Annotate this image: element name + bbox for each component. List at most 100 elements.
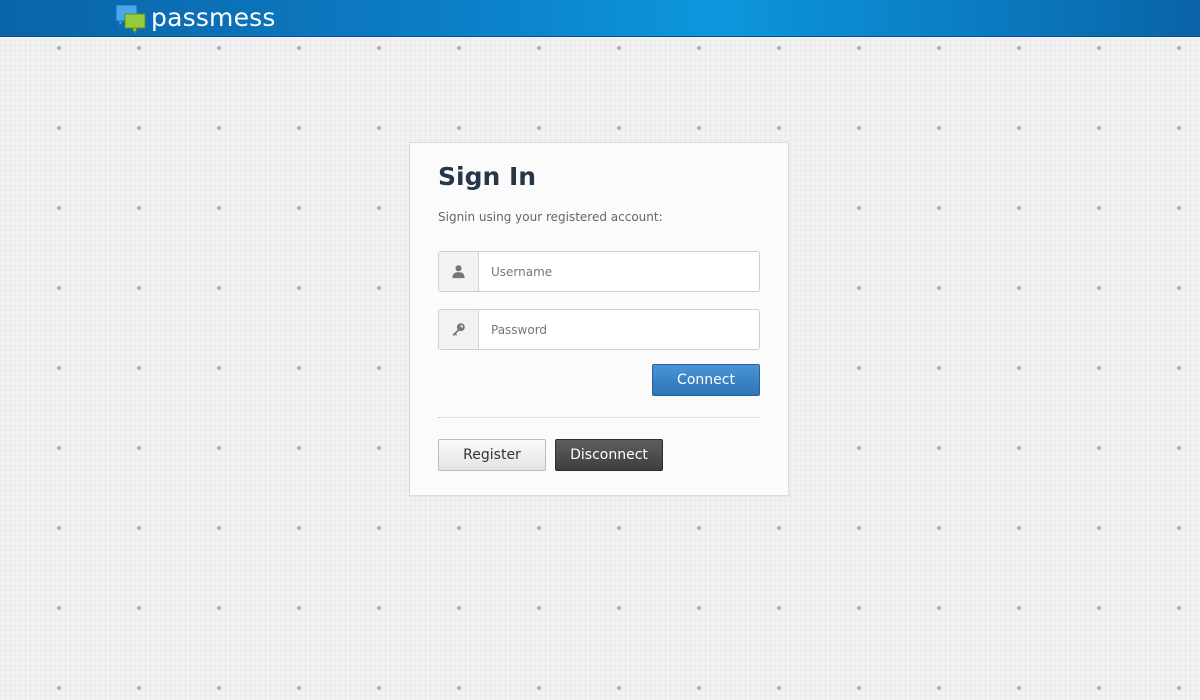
grid-cross	[136, 445, 142, 451]
grid-cross	[456, 525, 462, 531]
grid-cross	[136, 125, 142, 131]
grid-cross	[1176, 605, 1182, 611]
grid-cross	[296, 605, 302, 611]
grid-cross	[536, 45, 542, 51]
grid-cross	[1016, 685, 1022, 691]
grid-cross	[56, 605, 62, 611]
grid-cross	[296, 525, 302, 531]
grid-cross	[136, 525, 142, 531]
disconnect-button[interactable]: Disconnect	[555, 439, 663, 471]
grid-cross	[1176, 205, 1182, 211]
grid-cross	[136, 605, 142, 611]
grid-cross	[56, 205, 62, 211]
grid-cross	[1016, 365, 1022, 371]
grid-cross	[376, 205, 382, 211]
grid-cross	[376, 285, 382, 291]
grid-cross	[56, 285, 62, 291]
grid-cross	[216, 285, 222, 291]
grid-cross	[1176, 365, 1182, 371]
grid-cross	[376, 445, 382, 451]
key-icon	[452, 323, 465, 336]
username-addon	[439, 252, 479, 291]
grid-cross	[1176, 125, 1182, 131]
grid-cross	[216, 605, 222, 611]
connect-button[interactable]: Connect	[652, 364, 760, 396]
grid-cross	[856, 365, 862, 371]
grid-cross	[456, 605, 462, 611]
register-button[interactable]: Register	[438, 439, 546, 471]
grid-cross	[296, 205, 302, 211]
grid-cross	[216, 365, 222, 371]
grid-cross	[296, 285, 302, 291]
grid-cross	[1016, 445, 1022, 451]
grid-cross	[1016, 125, 1022, 131]
grid-cross	[1176, 685, 1182, 691]
grid-cross	[776, 45, 782, 51]
grid-cross	[1176, 525, 1182, 531]
password-addon	[439, 310, 479, 349]
signin-title: Sign In	[438, 162, 537, 191]
grid-cross	[216, 205, 222, 211]
grid-cross	[296, 365, 302, 371]
signin-subtitle: Signin using your registered account:	[438, 210, 663, 224]
grid-cross	[696, 605, 702, 611]
grid-cross	[856, 685, 862, 691]
grid-cross	[616, 685, 622, 691]
grid-cross	[856, 445, 862, 451]
username-input[interactable]	[479, 252, 759, 291]
grid-cross	[776, 685, 782, 691]
grid-cross	[296, 445, 302, 451]
grid-cross	[56, 125, 62, 131]
grid-cross	[1176, 285, 1182, 291]
grid-cross	[136, 45, 142, 51]
grid-cross	[616, 605, 622, 611]
grid-cross	[456, 125, 462, 131]
brand-logo[interactable]: passmess	[116, 2, 276, 34]
grid-cross	[56, 525, 62, 531]
grid-cross	[216, 445, 222, 451]
grid-cross	[136, 685, 142, 691]
grid-cross	[696, 685, 702, 691]
grid-cross	[376, 125, 382, 131]
grid-cross	[536, 525, 542, 531]
grid-cross	[1096, 285, 1102, 291]
brand-name: passmess	[151, 3, 276, 32]
grid-cross	[936, 685, 942, 691]
password-input[interactable]	[479, 310, 759, 349]
signin-panel: Sign In Signin using your registered acc…	[409, 142, 789, 496]
password-field-group	[438, 309, 760, 350]
grid-cross	[1096, 365, 1102, 371]
grid-cross	[536, 125, 542, 131]
grid-cross	[696, 525, 702, 531]
grid-cross	[936, 285, 942, 291]
grid-cross	[216, 125, 222, 131]
grid-cross	[56, 45, 62, 51]
grid-cross	[536, 685, 542, 691]
grid-cross	[1096, 445, 1102, 451]
grid-cross	[376, 365, 382, 371]
grid-cross	[136, 205, 142, 211]
grid-cross	[936, 365, 942, 371]
grid-cross	[776, 605, 782, 611]
grid-cross	[1096, 205, 1102, 211]
grid-cross	[376, 605, 382, 611]
grid-cross	[936, 125, 942, 131]
grid-cross	[936, 45, 942, 51]
grid-cross	[1016, 605, 1022, 611]
grid-cross	[56, 685, 62, 691]
grid-cross	[456, 685, 462, 691]
top-navigation-bar: passmess	[0, 0, 1200, 37]
grid-cross	[936, 525, 942, 531]
grid-cross	[216, 45, 222, 51]
grid-cross	[1096, 525, 1102, 531]
grid-cross	[136, 365, 142, 371]
grid-cross	[376, 45, 382, 51]
grid-cross	[296, 45, 302, 51]
grid-cross	[56, 445, 62, 451]
grid-cross	[1016, 45, 1022, 51]
grid-cross	[296, 685, 302, 691]
grid-cross	[856, 205, 862, 211]
grid-cross	[1096, 685, 1102, 691]
grid-cross	[136, 285, 142, 291]
grid-cross	[296, 125, 302, 131]
